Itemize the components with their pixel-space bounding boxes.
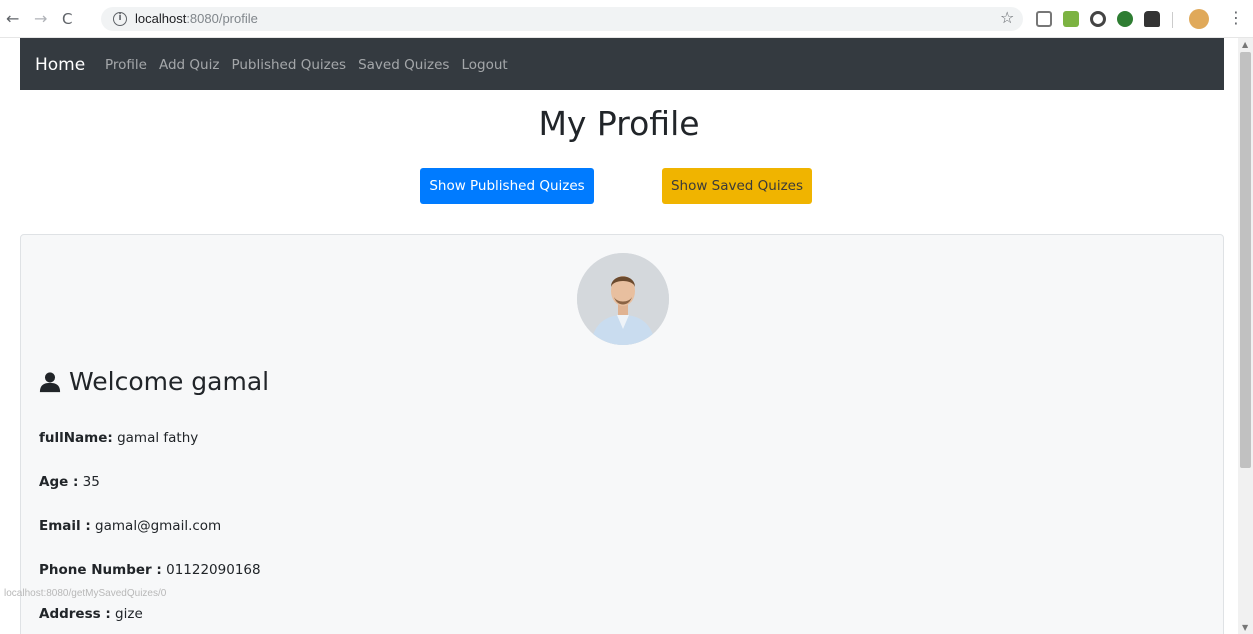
fullname-label: fullName: [39,430,113,446]
nav-link-logout[interactable]: Logout [461,57,507,73]
show-saved-quizes-button[interactable]: Show Saved Quizes [662,168,812,204]
profile-card: Welcome gamal fullName: gamal fathy Age … [20,234,1224,634]
nav-link-profile[interactable]: Profile [105,57,147,73]
back-arrow-icon[interactable]: ← [6,10,19,28]
show-published-quizes-button[interactable]: Show Published Quizes [420,168,594,204]
url-path: :8080/profile [186,11,258,26]
navbar-links: Profile Add Quiz Published Quizes Saved … [105,57,520,73]
info-icon[interactable]: i [113,12,127,26]
nav-link-published-quizes[interactable]: Published Quizes [231,57,346,73]
nav-link-saved-quizes[interactable]: Saved Quizes [358,57,449,73]
age-value: 35 [78,474,100,490]
download-extension-icon[interactable] [1063,11,1079,27]
person-photo-icon [577,253,669,345]
record-extension-icon[interactable] [1090,11,1106,27]
address-label: Address : [39,606,111,622]
status-bar-url: localhost:8080/getMySavedQuizes/0 [4,588,167,599]
user-icon [39,371,61,392]
page-viewport: Home Profile Add Quiz Published Quizes S… [0,38,1238,634]
navbar-brand-home[interactable]: Home [35,55,85,75]
page-title: My Profile [538,104,700,143]
email-value: gamal@gmail.com [90,518,222,534]
globe-extension-icon[interactable] [1117,11,1133,27]
scroll-up-arrow-icon[interactable]: ▲ [1242,40,1248,49]
page-scrollbar[interactable]: ▲ ▼ [1238,38,1253,634]
fullname-value: gamal fathy [112,430,199,446]
welcome-heading: Welcome gamal [39,367,269,396]
nav-link-add-quiz[interactable]: Add Quiz [159,57,219,73]
browser-toolbar: ← → C i localhost:8080/profile ☆ ⋮ [0,0,1253,38]
robot-extension-icon[interactable] [1144,11,1160,27]
reload-icon[interactable]: C [62,10,72,28]
toolbar-separator [1172,12,1173,28]
browser-profile-avatar[interactable] [1189,9,1209,29]
bookmark-star-icon[interactable]: ☆ [1000,9,1014,27]
phone-label: Phone Number : [39,562,162,578]
age-field: Age : 35 [39,474,100,490]
url-host: localhost [135,11,187,26]
email-label: Email : [39,518,91,534]
fullname-field: fullName: gamal fathy [39,430,198,446]
address-value: gize [110,606,143,622]
app-navbar: Home Profile Add Quiz Published Quizes S… [20,38,1224,90]
address-field: Address : gize [39,606,143,622]
phone-field: Phone Number : 01122090168 [39,562,261,578]
phone-value: 01122090168 [161,562,261,578]
address-bar[interactable]: i localhost:8080/profile [101,7,1023,31]
email-field: Email : gamal@gmail.com [39,518,221,534]
camera-extension-icon[interactable] [1036,11,1052,27]
forward-arrow-icon[interactable]: → [34,10,47,28]
profile-avatar [577,253,669,345]
browser-menu-icon[interactable]: ⋮ [1228,9,1244,27]
scroll-down-arrow-icon[interactable]: ▼ [1242,623,1248,632]
age-label: Age : [39,474,79,490]
url-text[interactable]: localhost:8080/profile [135,11,258,26]
scrollbar-thumb[interactable] [1240,52,1251,468]
welcome-text: Welcome gamal [69,367,270,396]
